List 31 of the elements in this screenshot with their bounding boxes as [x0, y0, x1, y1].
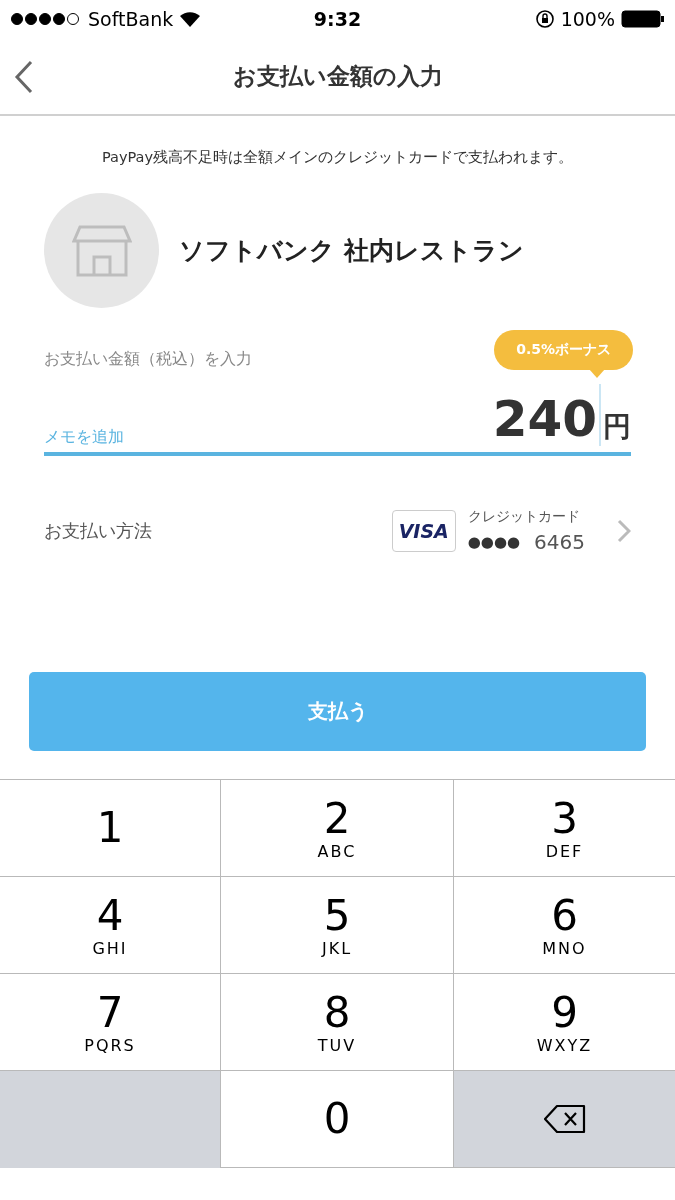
keypad-key[interactable]: 5 JKL [221, 877, 454, 974]
keypad-key[interactable]: 0 [221, 1071, 454, 1168]
payment-method-label: お支払い方法 [44, 519, 153, 543]
store-name: ソフトバンク 社内レストラン [179, 235, 524, 267]
yen-unit: 円 [603, 409, 631, 445]
keypad-key[interactable]: 4 GHI [0, 877, 221, 974]
keypad-key[interactable]: 2 ABC [221, 780, 454, 877]
keypad-key[interactable]: 1 [0, 780, 221, 877]
card-last-digits: 6465 [534, 530, 585, 554]
signal-icon [10, 12, 82, 26]
amount-value: 240 [492, 392, 597, 446]
backspace-icon [542, 1104, 587, 1134]
keypad-key[interactable]: 8 TUV [221, 974, 454, 1071]
amount-label: お支払い金額（税込）を入力 [44, 349, 252, 370]
back-chevron-icon [14, 60, 34, 94]
store-icon [71, 224, 132, 277]
wifi-icon [179, 11, 202, 27]
chevron-right-icon[interactable] [617, 519, 631, 543]
carrier-name: SoftBank [88, 8, 174, 30]
badge-pointer-icon [589, 369, 605, 378]
rotation-lock-icon [534, 9, 555, 29]
masked-digits: ●●●● [467, 533, 521, 551]
clock-time: 9:32 [313, 8, 362, 30]
keypad-key[interactable]: 7 PQRS [0, 974, 221, 1071]
delete-key[interactable] [454, 1071, 675, 1168]
notice-text: PayPay残高不足時は全額メインのクレジットカードで支払われます。 [100, 148, 575, 167]
screen-title: お支払い金額の入力 [232, 61, 443, 91]
card-type: クレジットカード [467, 508, 581, 526]
battery-percent: 100% [560, 8, 615, 30]
battery-icon [621, 10, 665, 28]
card-brand-logo: VISA [391, 510, 456, 552]
